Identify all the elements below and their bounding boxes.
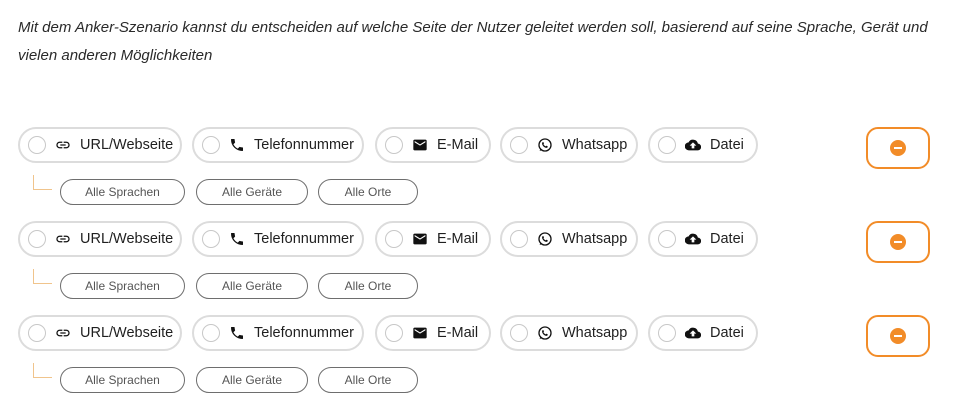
target-type-label: E-Mail [437,137,479,153]
target-type-label: Datei [710,137,744,153]
target-type-label: URL/Webseite [80,137,174,153]
target-type-option-whatsapp[interactable]: Whatsapp [500,315,638,351]
mail-icon [412,137,428,153]
radio-button[interactable] [510,324,528,342]
tree-connector [33,269,52,284]
radio-button[interactable] [202,230,220,248]
location-filter-button[interactable]: Alle Orte [318,367,418,393]
target-type-label: E-Mail [437,325,479,341]
radio-button[interactable] [28,324,46,342]
target-type-option-telefonnummer[interactable]: Telefonnummer [192,221,364,257]
target-type-option-telefonnummer[interactable]: Telefonnummer [192,127,364,163]
phone-icon [229,137,245,153]
target-type-option-e-mail[interactable]: E-Mail [375,315,491,351]
radio-button[interactable] [510,230,528,248]
radio-button[interactable] [202,136,220,154]
link-icon [55,137,71,153]
tree-connector [33,363,52,378]
target-type-option-url-webseite[interactable]: URL/Webseite [18,315,182,351]
scenario-row: URL/Webseite Telefonnummer E-Mail Whatsapp D… [0,315,954,405]
target-type-label: Datei [710,231,744,247]
phone-icon [229,231,245,247]
language-filter-button[interactable]: Alle Sprachen [60,273,185,299]
tree-connector [33,175,52,190]
intro-text: Mit dem Anker-Szenario kannst du entsche… [18,19,928,64]
target-type-label: E-Mail [437,231,479,247]
radio-button[interactable] [385,230,403,248]
radio-button[interactable] [28,230,46,248]
remove-scenario-button[interactable] [866,221,930,263]
scenario-row: URL/Webseite Telefonnummer E-Mail Whatsapp D… [0,127,954,217]
minus-circle-icon [890,234,906,250]
language-filter-button[interactable]: Alle Sprachen [60,367,185,393]
target-type-label: Telefonnummer [254,325,354,341]
target-type-label: Telefonnummer [254,231,354,247]
target-type-option-e-mail[interactable]: E-Mail [375,221,491,257]
target-type-option-whatsapp[interactable]: Whatsapp [500,127,638,163]
scenario-row: URL/Webseite Telefonnummer E-Mail Whatsapp D… [0,221,954,311]
whatsapp-icon [537,231,553,247]
target-type-label: Datei [710,325,744,341]
link-icon [55,231,71,247]
radio-button[interactable] [385,136,403,154]
location-filter-button[interactable]: Alle Orte [318,273,418,299]
minus-circle-icon [890,140,906,156]
remove-scenario-button[interactable] [866,127,930,169]
target-type-label: URL/Webseite [80,325,174,341]
target-type-label: URL/Webseite [80,231,174,247]
radio-button[interactable] [658,136,676,154]
device-filter-button[interactable]: Alle Geräte [196,367,308,393]
device-filter-button[interactable]: Alle Geräte [196,179,308,205]
location-filter-button[interactable]: Alle Orte [318,179,418,205]
radio-button[interactable] [510,136,528,154]
target-type-option-url-webseite[interactable]: URL/Webseite [18,221,182,257]
language-filter-button[interactable]: Alle Sprachen [60,179,185,205]
target-type-option-datei[interactable]: Datei [648,127,758,163]
target-type-option-datei[interactable]: Datei [648,221,758,257]
target-type-option-whatsapp[interactable]: Whatsapp [500,221,638,257]
whatsapp-icon [537,325,553,341]
cloud-upload-icon [685,231,701,247]
mail-icon [412,325,428,341]
radio-button[interactable] [658,324,676,342]
link-icon [55,325,71,341]
target-type-label: Whatsapp [562,325,628,341]
target-type-label: Whatsapp [562,231,628,247]
device-filter-button[interactable]: Alle Geräte [196,273,308,299]
target-type-label: Telefonnummer [254,137,354,153]
whatsapp-icon [537,137,553,153]
target-type-option-e-mail[interactable]: E-Mail [375,127,491,163]
remove-scenario-button[interactable] [866,315,930,357]
target-type-option-telefonnummer[interactable]: Telefonnummer [192,315,364,351]
minus-circle-icon [890,328,906,344]
mail-icon [412,231,428,247]
target-type-label: Whatsapp [562,137,628,153]
radio-button[interactable] [202,324,220,342]
cloud-upload-icon [685,325,701,341]
target-type-option-datei[interactable]: Datei [648,315,758,351]
radio-button[interactable] [28,136,46,154]
cloud-upload-icon [685,137,701,153]
radio-button[interactable] [385,324,403,342]
phone-icon [229,325,245,341]
target-type-option-url-webseite[interactable]: URL/Webseite [18,127,182,163]
radio-button[interactable] [658,230,676,248]
